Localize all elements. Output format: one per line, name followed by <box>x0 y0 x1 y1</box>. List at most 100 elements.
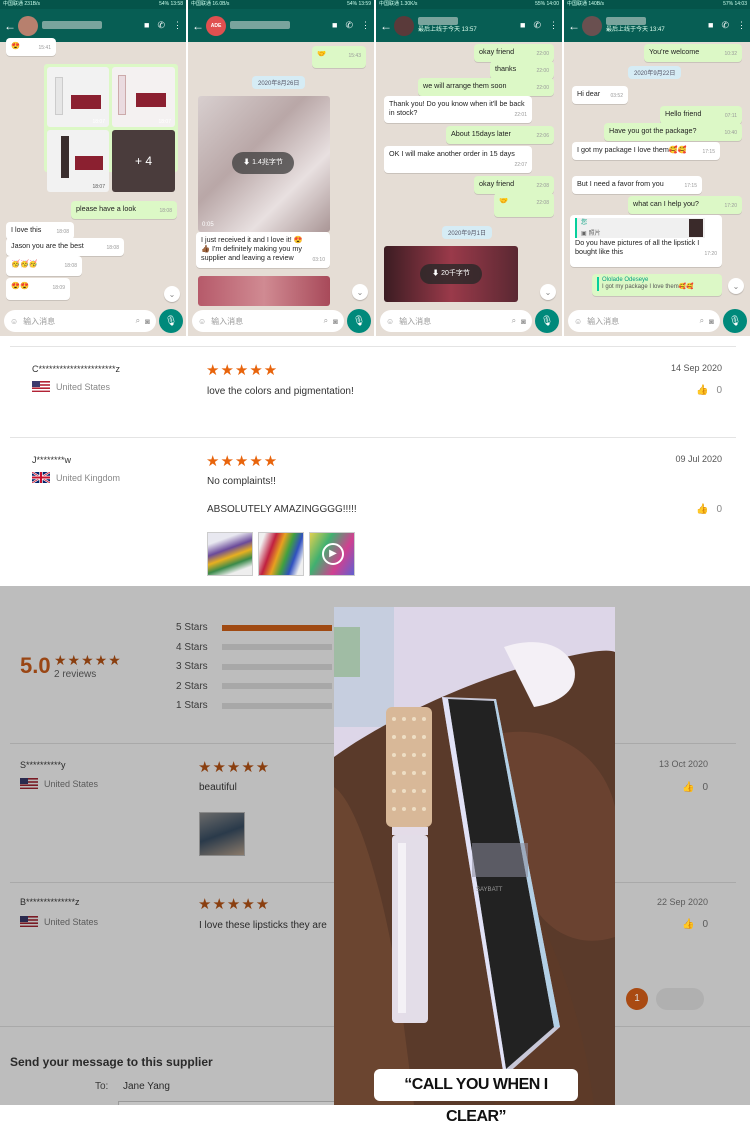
message-out: Hello friend 07:11 <box>660 106 742 124</box>
scroll-down-button[interactable]: ⌄ <box>164 286 180 302</box>
msg-text: I love this <box>11 225 42 234</box>
message-form-title: Send your message to this supplier <box>10 1055 213 1069</box>
video-message[interactable]: ⬇ 1.4兆字节 0:05 <box>198 96 330 232</box>
scroll-down-button[interactable]: ⌄ <box>728 278 744 294</box>
avatar[interactable]: ADE <box>206 15 226 36</box>
menu-icon[interactable]: ⋮ <box>737 20 746 31</box>
back-arrow-icon[interactable]: ← <box>568 19 580 33</box>
scroll-down-button[interactable]: ⌄ <box>352 284 368 300</box>
video-call-icon[interactable]: ■ <box>708 20 713 31</box>
like-button[interactable]: 👍 0 <box>696 385 722 396</box>
image-thumb[interactable]: 18:07 <box>47 67 109 127</box>
avatar-text: ADE <box>210 22 222 29</box>
rating-bar <box>222 644 332 650</box>
like-button[interactable]: 👍 0 <box>696 504 722 515</box>
phone-icon[interactable]: ✆ <box>721 20 729 31</box>
product-photo[interactable]: SAYBATT <box>334 607 615 1105</box>
image-thumb[interactable] <box>198 276 330 306</box>
back-arrow-icon[interactable]: ← <box>4 19 16 33</box>
emoji-icon[interactable]: ☺ <box>198 317 206 326</box>
thumbs-up-icon[interactable]: 👍 <box>682 782 694 793</box>
emoji: 😍 <box>11 41 20 50</box>
reviewer-name: C**********************z <box>32 364 121 374</box>
avatar[interactable] <box>394 15 414 36</box>
rating-row[interactable]: 3 Stars <box>176 661 332 672</box>
msg-time: 10:40 <box>724 130 737 136</box>
message-out: About 15days later 22:06 <box>446 126 554 144</box>
next-page-button[interactable] <box>656 988 704 1010</box>
video-message[interactable]: ⬇ 20千字节 <box>384 246 518 302</box>
mic-button[interactable]: 🎙 <box>159 309 183 333</box>
camera-icon[interactable]: ◙ <box>333 317 338 326</box>
image-thumb[interactable]: 18:07 <box>47 130 109 192</box>
image-thumb[interactable]: 18:07 <box>112 67 175 127</box>
contact-name[interactable]: 最后上线于今天 13:57 <box>418 17 520 34</box>
attach-icon[interactable]: ⌕ <box>512 316 516 326</box>
phone-icon[interactable]: ✆ <box>533 20 541 31</box>
status-right: 54% 13:59 <box>347 1 371 7</box>
message-textarea[interactable] <box>118 1101 338 1105</box>
emoji-icon[interactable]: ☺ <box>574 317 582 326</box>
play-icon[interactable]: ▶ <box>322 543 344 565</box>
contact-name[interactable] <box>230 21 332 30</box>
quoted-message[interactable]: 您 ▣ 照片 <box>575 218 705 238</box>
camera-icon[interactable]: ◙ <box>521 317 526 326</box>
review-photo[interactable] <box>199 812 245 856</box>
rating-row[interactable]: 5 Stars <box>176 622 332 633</box>
thumbs-up-icon[interactable]: 👍 <box>696 504 708 515</box>
video-call-icon[interactable]: ■ <box>332 20 337 31</box>
page-1-button[interactable]: 1 <box>626 988 648 1010</box>
thumbs-up-icon[interactable]: 👍 <box>682 919 694 930</box>
message-out: okay friend 22:00 <box>474 44 554 62</box>
review-photo[interactable] <box>207 532 253 576</box>
message-in: OK I will make another order in 15 days 2… <box>384 146 532 173</box>
back-arrow-icon[interactable]: ← <box>380 19 392 33</box>
attach-icon[interactable]: ⌕ <box>136 316 140 326</box>
rating-row[interactable]: 2 Stars <box>176 681 332 692</box>
country-name: United Kingdom <box>56 472 121 483</box>
video-call-icon[interactable]: ■ <box>520 20 525 31</box>
scroll-down-button[interactable]: ⌄ <box>540 284 556 300</box>
review-video[interactable]: ▶ <box>309 532 355 576</box>
emoji-message: 🤝 15:43 <box>312 46 366 68</box>
mic-button[interactable]: 🎙 <box>723 309 747 333</box>
chat-body: okay friend 22:00 thanks 22:00 we will arr… <box>376 42 562 306</box>
back-arrow-icon[interactable]: ← <box>192 19 204 33</box>
camera-icon[interactable]: ◙ <box>709 317 714 326</box>
msg-text: we will arrange them soon <box>423 81 507 90</box>
contact-name[interactable] <box>42 21 144 30</box>
menu-icon[interactable]: ⋮ <box>549 20 558 31</box>
camera-icon[interactable]: ◙ <box>145 317 150 326</box>
more-images[interactable]: + 4 <box>112 130 175 192</box>
download-icon[interactable]: ⬇ <box>432 270 439 277</box>
video-call-icon[interactable]: ■ <box>144 20 149 31</box>
mic-button[interactable]: 🎙 <box>535 309 559 333</box>
message-input[interactable]: ☺ 输入消息 ⌕ ◙ <box>192 310 344 332</box>
message-input[interactable]: ☺ 输入消息 ⌕ ◙ <box>380 310 532 332</box>
avatar[interactable] <box>582 15 602 36</box>
attach-icon[interactable]: ⌕ <box>700 316 704 326</box>
like-button[interactable]: 👍 0 <box>682 782 708 793</box>
like-button[interactable]: 👍 0 <box>682 919 708 930</box>
avatar[interactable] <box>18 15 38 36</box>
contact-name[interactable]: 最后上线于今天 13:47 <box>606 17 708 34</box>
msg-time: 03:52 <box>610 93 623 99</box>
download-icon[interactable]: ⬇ <box>243 159 250 166</box>
mic-button[interactable]: 🎙 <box>347 309 371 333</box>
rating-bar <box>222 624 332 631</box>
rating-row[interactable]: 1 Stars <box>176 700 332 711</box>
phone-icon[interactable]: ✆ <box>345 20 353 31</box>
phone-icon[interactable]: ✆ <box>157 20 165 31</box>
emoji-message: 🥳🥳🥳 18:08 <box>6 256 82 276</box>
menu-icon[interactable]: ⋮ <box>173 20 182 31</box>
attach-icon[interactable]: ⌕ <box>324 316 328 326</box>
thumbs-up-icon[interactable]: 👍 <box>696 385 708 396</box>
review-photo[interactable] <box>258 532 304 576</box>
msg-text: Have you got the package? <box>609 126 697 135</box>
rating-row[interactable]: 4 Stars <box>176 642 332 653</box>
menu-icon[interactable]: ⋮ <box>361 20 370 31</box>
emoji-icon[interactable]: ☺ <box>386 317 394 326</box>
emoji-icon[interactable]: ☺ <box>10 317 18 326</box>
message-input[interactable]: ☺ 输入消息 ⌕ ◙ <box>4 310 156 332</box>
message-input[interactable]: ☺ 输入消息 ⌕ ◙ <box>568 310 720 332</box>
